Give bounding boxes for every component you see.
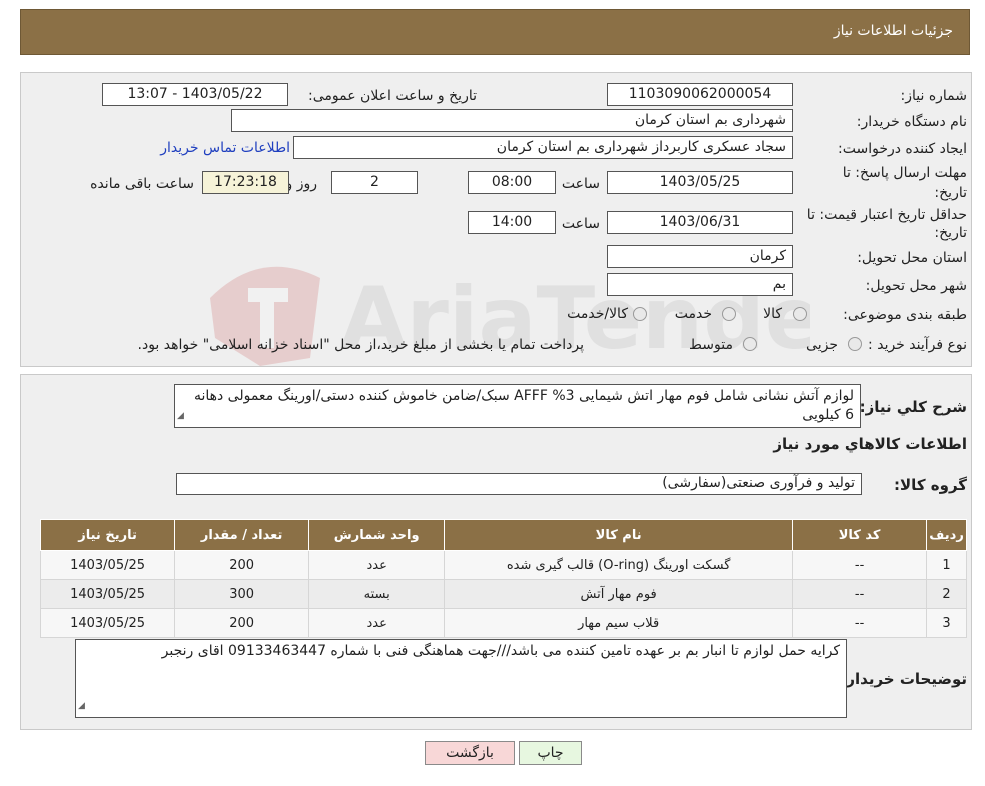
table-row: 3 -- قلاب سیم مهار عدد 200 1403/05/25 <box>39 608 967 638</box>
process-medium-label: متوسط <box>689 337 733 353</box>
col-quantity: تعداد / مقدار <box>174 519 310 551</box>
category-service-radio[interactable] <box>722 307 736 321</box>
process-note: پرداخت تمام یا بخشی از مبلغ خرید،از محل … <box>137 337 584 353</box>
process-minor-radio[interactable] <box>848 337 862 351</box>
remaining-time-field: 17:23:18 <box>202 171 289 194</box>
cell-row-number: 1 <box>926 550 967 580</box>
days-remaining-field: 2 <box>331 171 418 194</box>
buyer-notes-label: توضیحات خریدار: <box>840 670 967 688</box>
col-item-code: کد کالا <box>792 519 928 551</box>
resize-handle-icon[interactable]: ◢ <box>78 697 85 716</box>
buyer-contact-link[interactable]: اطلاعات تماس خریدار <box>160 140 290 156</box>
goods-group-field: تولید و فرآوری صنعتی(سفارشی) <box>176 473 862 495</box>
delivery-province-label: استان محل تحویل: <box>857 250 967 266</box>
resize-handle-icon[interactable]: ◢ <box>177 407 184 426</box>
cell-item-name: فوم مهار آتش <box>444 579 794 609</box>
price-validity-label-line1: حداقل تاریخ اعتبار قیمت: تا <box>806 207 967 223</box>
price-validity-time-field: 14:00 <box>468 211 556 234</box>
cell-quantity: 300 <box>174 579 310 609</box>
col-row-number: رديف <box>926 519 967 551</box>
col-unit: واحد شمارش <box>308 519 446 551</box>
deadline-date-field: 1403/05/25 <box>607 171 793 194</box>
col-item-name: نام کالا <box>444 519 794 551</box>
goods-table: رديف کد کالا نام کالا واحد شمارش تعداد /… <box>39 519 967 638</box>
cell-row-number: 2 <box>926 579 967 609</box>
cell-item-code: -- <box>792 608 928 638</box>
buyer-org-field: شهرداری بم استان کرمان <box>231 109 793 132</box>
cell-need-date: 1403/05/25 <box>39 579 176 609</box>
print-button[interactable]: چاپ <box>519 741 582 765</box>
price-validity-label-line2: تاریخ: <box>934 225 967 241</box>
deadline-time-field: 08:00 <box>468 171 556 194</box>
cell-quantity: 200 <box>174 608 310 638</box>
general-description-text: لوازم آتش نشانی شامل فوم مهار اتش شیمایی… <box>193 388 854 423</box>
general-description-field: لوازم آتش نشانی شامل فوم مهار اتش شیمایی… <box>174 384 861 428</box>
cell-unit: عدد <box>308 550 446 580</box>
buyer-org-label: نام دستگاه خریدار: <box>856 114 967 130</box>
delivery-city-label: شهر محل تحویل: <box>865 278 967 294</box>
table-row: 2 -- فوم مهار آتش بسته 300 1403/05/25 <box>39 579 967 609</box>
days-label: روز و <box>285 176 318 192</box>
cell-quantity: 200 <box>174 550 310 580</box>
deadline-time-label: ساعت <box>561 176 600 192</box>
back-button[interactable]: بازگشت <box>425 741 515 765</box>
general-description-label: شرح کلي نياز: <box>859 398 967 416</box>
page-header: جزئیات اطلاعات نیاز <box>20 9 970 55</box>
category-service-label: خدمت <box>674 306 712 322</box>
announce-datetime-field: 1403/05/22 - 13:07 <box>102 83 288 106</box>
cell-item-code: -- <box>792 579 928 609</box>
remaining-time-label: ساعت باقی مانده <box>90 176 194 192</box>
deadline-label-line2: تاریخ: <box>934 185 967 201</box>
cell-unit: بسته <box>308 579 446 609</box>
price-validity-date-field: 1403/06/31 <box>607 211 793 234</box>
announce-datetime-label: تاریخ و ساعت اعلان عمومی: <box>308 88 477 104</box>
goods-info-title: اطلاعات کالاهاي مورد نياز <box>773 435 967 453</box>
process-type-label: نوع فرآیند خرید : <box>868 337 967 353</box>
category-goods-service-label: کالا/خدمت <box>567 306 628 322</box>
buyer-notes-field: کرایه حمل لوازم تا انبار بم بر عهده تامی… <box>75 639 847 718</box>
cell-need-date: 1403/05/25 <box>39 608 176 638</box>
deadline-label-line1: مهلت ارسال پاسخ: تا <box>842 165 967 181</box>
process-minor-label: جزیی <box>806 337 838 353</box>
category-label: طبقه بندی موضوعی: <box>843 307 967 323</box>
goods-group-label: گروه کالا: <box>894 476 967 494</box>
cell-row-number: 3 <box>926 608 967 638</box>
cell-need-date: 1403/05/25 <box>39 550 176 580</box>
table-header-row: رديف کد کالا نام کالا واحد شمارش تعداد /… <box>39 519 967 551</box>
need-number-field: 1103090062000054 <box>607 83 793 106</box>
category-goods-label: کالا <box>763 306 782 322</box>
cell-item-name: قلاب سیم مهار <box>444 608 794 638</box>
creator-label: ایجاد کننده درخواست: <box>838 141 967 157</box>
category-goods-radio[interactable] <box>793 307 807 321</box>
process-medium-radio[interactable] <box>743 337 757 351</box>
page-title: جزئیات اطلاعات نیاز <box>833 23 953 39</box>
delivery-province-field: کرمان <box>607 245 793 268</box>
need-number-label: شماره نیاز: <box>900 88 968 104</box>
price-validity-time-label: ساعت <box>561 216 600 232</box>
cell-unit: عدد <box>308 608 446 638</box>
delivery-city-field: بم <box>607 273 793 296</box>
creator-field: سجاد عسکری کاربرداز شهرداری بم استان کرم… <box>293 136 793 159</box>
col-need-date: تاريخ نياز <box>39 519 176 551</box>
table-row: 1 -- گسکت اورینگ (O-ring) قالب گیری شده … <box>39 550 967 580</box>
buyer-notes-text: کرایه حمل لوازم تا انبار بم بر عهده تامی… <box>161 643 840 659</box>
cell-item-code: -- <box>792 550 928 580</box>
category-goods-service-radio[interactable] <box>633 307 647 321</box>
cell-item-name: گسکت اورینگ (O-ring) قالب گیری شده <box>444 550 794 580</box>
